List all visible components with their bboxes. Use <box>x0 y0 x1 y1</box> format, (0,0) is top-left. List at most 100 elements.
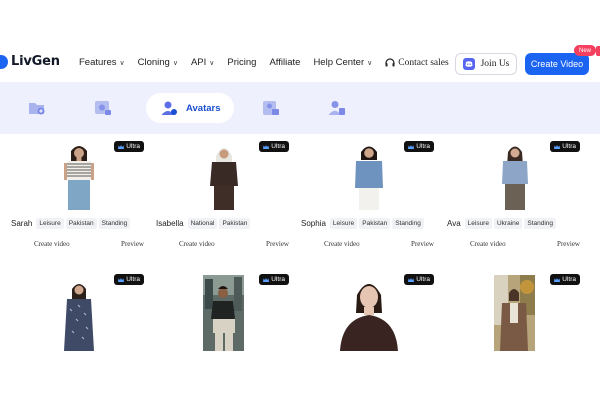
ultra-badge: Ultra <box>404 274 434 285</box>
ultra-label: Ultra <box>271 143 285 150</box>
contact-sales-link[interactable]: Contact sales <box>385 58 449 68</box>
category-bar: Avatars <box>0 82 600 134</box>
nav-label: Features <box>79 57 117 68</box>
create-video-link[interactable]: Create video <box>324 240 360 248</box>
main-nav: Features ∨ Cloning ∨ API ∨ Pricing Affiliat… <box>79 57 449 68</box>
ultra-label: Ultra <box>416 143 430 150</box>
avatar-thumbnail[interactable]: Ultra <box>304 138 434 212</box>
avatar-name: Sarah <box>11 219 33 228</box>
avatar-name: Ava <box>447 219 461 228</box>
chevron-down-icon: ∨ <box>119 59 125 67</box>
image-edit-icon[interactable] <box>262 100 280 116</box>
card-actions: Create video Preview <box>179 240 289 248</box>
avatar-info: Sophia Leisure Pakistan Standing <box>301 218 426 229</box>
nav-label: Affiliate <box>269 57 301 68</box>
avatar-thumbnail[interactable]: Ultra <box>14 271 144 351</box>
avatar-tag: Pakistan <box>65 218 97 229</box>
join-us-button[interactable]: Join Us <box>455 53 517 75</box>
ultra-label: Ultra <box>562 143 576 150</box>
nav-item-help-center[interactable]: Help Center ∨ <box>313 57 372 68</box>
headset-icon <box>385 58 395 67</box>
crown-icon <box>263 277 270 282</box>
avatar-tag: Leisure <box>464 218 492 229</box>
ultra-badge: Ultra <box>114 141 144 152</box>
brand-logo[interactable]: LivGen <box>0 54 60 69</box>
card-actions: Create video Preview <box>34 240 144 248</box>
chevron-down-icon: ∨ <box>172 59 178 67</box>
create-video-button[interactable]: Create Video <box>525 53 589 75</box>
chevron-down-icon: ∨ <box>209 59 215 67</box>
nav-label: API <box>190 57 207 68</box>
avatar-thumbnail[interactable]: Ultra <box>450 138 580 212</box>
tab-avatars-label: Avatars <box>186 102 221 114</box>
nav-item-api[interactable]: API ∨ <box>191 57 214 68</box>
top-header: LivGen Features ∨ Cloning ∨ API ∨ Pricing A… <box>0 44 600 82</box>
avatar-figure-image <box>340 284 398 351</box>
nav-label: Pricing <box>227 57 257 68</box>
create-video-link[interactable]: Create video <box>470 240 506 248</box>
create-video-label: Create Video <box>530 59 584 69</box>
person-doc-icon[interactable] <box>328 100 346 116</box>
offscreen-badge-edge <box>596 46 600 56</box>
crown-icon <box>118 277 125 282</box>
avatar-icon <box>161 101 177 115</box>
ultra-label: Ultra <box>126 276 140 283</box>
avatar-thumbnail[interactable]: Ultra <box>159 271 289 351</box>
avatar-thumbnail[interactable]: Ultra <box>304 271 434 351</box>
preview-link[interactable]: Preview <box>121 240 144 248</box>
ultra-label: Ultra <box>126 143 140 150</box>
nav-item-features[interactable]: Features ∨ <box>79 57 125 68</box>
avatar-name: Sophia <box>301 219 326 228</box>
avatar-tag: Leisure <box>36 218 64 229</box>
avatar-thumbnail[interactable]: Ultra <box>159 138 289 212</box>
crown-icon <box>118 144 125 149</box>
avatar-tag: Standing <box>524 218 557 229</box>
crown-icon <box>554 277 561 282</box>
nav-label: Cloning <box>137 57 170 68</box>
ultra-badge: Ultra <box>259 274 289 285</box>
ultra-badge: Ultra <box>114 274 144 285</box>
ultra-badge: Ultra <box>404 141 434 152</box>
ultra-label: Ultra <box>562 276 576 283</box>
preview-link[interactable]: Preview <box>411 240 434 248</box>
avatar-tag: Ukraine <box>493 218 523 229</box>
avatar-info: Ava Leisure Ukraine Standing <box>447 218 558 229</box>
crown-icon <box>263 144 270 149</box>
ultra-badge: Ultra <box>550 141 580 152</box>
avatar-tag: Pakistan <box>219 218 251 229</box>
avatar-name: Isabella <box>156 219 184 228</box>
card-actions: Create video Preview <box>470 240 580 248</box>
avatar-photo-image <box>203 275 244 351</box>
crown-icon <box>408 144 415 149</box>
avatar-info: Isabella National Pakistan <box>156 218 252 229</box>
logo-mark-icon <box>0 54 8 69</box>
ultra-label: Ultra <box>416 276 430 283</box>
preview-link[interactable]: Preview <box>557 240 580 248</box>
create-video-link[interactable]: Create video <box>179 240 215 248</box>
avatar-thumbnail[interactable]: Ultra <box>14 138 144 212</box>
discord-icon <box>462 58 475 70</box>
ultra-badge: Ultra <box>259 141 289 152</box>
avatar-figure-image <box>355 146 383 210</box>
nav-item-affiliate[interactable]: Affiliate <box>269 57 300 68</box>
avatar-figure-image <box>64 284 94 351</box>
new-badge: New <box>574 45 596 56</box>
video-edit-icon[interactable] <box>94 100 112 116</box>
crown-icon <box>554 144 561 149</box>
avatar-info: Sarah Leisure Pakistan Standing <box>11 218 132 229</box>
avatar-tag: Standing <box>392 218 424 229</box>
brand-name: LivGen <box>11 54 60 69</box>
avatar-figure-image <box>210 148 238 210</box>
preview-link[interactable]: Preview <box>266 240 289 248</box>
avatar-tag: Leisure <box>329 218 358 229</box>
avatar-thumbnail[interactable]: Ultra <box>450 271 580 351</box>
ultra-badge: Ultra <box>550 274 580 285</box>
folder-add-icon[interactable] <box>28 100 46 116</box>
nav-item-pricing[interactable]: Pricing <box>227 57 256 68</box>
crown-icon <box>408 277 415 282</box>
nav-item-cloning[interactable]: Cloning ∨ <box>138 57 178 68</box>
create-video-link[interactable]: Create video <box>34 240 70 248</box>
nav-label: Help Center <box>313 57 365 68</box>
avatar-tag: Pakistan <box>359 218 391 229</box>
tab-avatars[interactable]: Avatars <box>146 93 234 123</box>
